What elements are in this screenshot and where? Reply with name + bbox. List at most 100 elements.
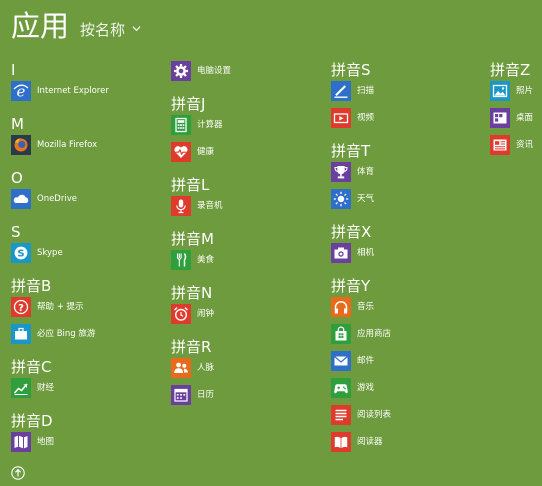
app-label: 必应 Bing 旅游 <box>37 329 96 339</box>
camera-icon <box>331 243 351 263</box>
app-label: 桌面 <box>516 113 534 123</box>
app-label: 音乐 <box>357 302 375 312</box>
group-heading: S <box>11 223 21 241</box>
app-tile[interactable]: 健康 <box>171 142 321 162</box>
app-tile[interactable]: 应用商店 <box>331 324 481 344</box>
photos-icon <box>490 81 510 101</box>
app-label: 计算器 <box>197 120 223 130</box>
map-icon <box>11 432 31 452</box>
app-label: 照片 <box>516 86 534 96</box>
desktop-icon <box>490 108 510 128</box>
app-tile[interactable]: 财经 <box>11 378 161 398</box>
scroll-up-icon[interactable] <box>11 466 25 480</box>
app-label: 阅读列表 <box>357 410 392 420</box>
help-icon: ? <box>11 297 31 317</box>
app-tile[interactable]: 游戏 <box>331 378 481 398</box>
group-heading: 拼音B <box>11 277 52 295</box>
heart-pulse-icon <box>171 142 191 162</box>
app-tile[interactable]: S Skype <box>11 243 161 263</box>
app-label: 资讯 <box>516 140 534 150</box>
app-label: 日历 <box>197 390 215 400</box>
app-tile[interactable]: 计算器 <box>171 115 321 135</box>
app-tile[interactable]: 音乐 <box>331 297 481 317</box>
group-heading: 拼音Y <box>331 277 371 295</box>
page-title: 应用 <box>11 9 70 43</box>
app-tile[interactable]: 相机 <box>331 243 481 263</box>
app-tile[interactable]: 体育 <box>331 162 481 182</box>
app-tile[interactable]: 视频 <box>331 108 481 128</box>
app-label: OneDrive <box>37 194 77 204</box>
headphones-icon <box>331 297 351 317</box>
sort-label: 按名称 <box>80 21 126 39</box>
app-label: Mozilla Firefox <box>37 140 98 150</box>
gear-icon <box>171 61 191 81</box>
app-label: 财经 <box>37 383 55 393</box>
calculator-icon <box>171 115 191 135</box>
news-icon <box>490 135 510 155</box>
svg-text:?: ? <box>18 303 24 314</box>
app-tile[interactable]: 地图 <box>11 432 161 452</box>
reading-list-icon <box>331 405 351 425</box>
calendar-icon <box>171 385 191 405</box>
app-tile[interactable]: 阅读列表 <box>331 405 481 425</box>
app-tile[interactable]: 必应 Bing 旅游 <box>11 324 161 344</box>
app-tile[interactable]: 阅读器 <box>331 432 481 452</box>
app-tile[interactable]: 桌面 <box>490 108 542 128</box>
app-label: 天气 <box>357 194 375 204</box>
app-tile[interactable]: e Internet Explorer <box>11 81 161 101</box>
app-label: 闹钟 <box>197 309 215 319</box>
sort-dropdown[interactable]: 按名称 <box>80 20 141 40</box>
svg-text:S: S <box>17 249 24 260</box>
suitcase-icon <box>11 324 31 344</box>
app-tile[interactable]: 天气 <box>331 189 481 209</box>
app-label: 地图 <box>37 437 55 447</box>
group-heading: 拼音S <box>331 61 371 79</box>
microphone-icon <box>171 196 191 216</box>
app-tile[interactable]: 日历 <box>171 385 321 405</box>
app-tile[interactable]: 扫描 <box>331 81 481 101</box>
chevron-down-icon <box>132 26 141 32</box>
store-bag-icon <box>331 324 351 344</box>
app-label: 健康 <box>197 147 215 157</box>
app-label: 扫描 <box>357 86 375 96</box>
finance-chart-icon <box>11 378 31 398</box>
app-label: 邮件 <box>357 356 375 366</box>
app-tile[interactable]: Mozilla Firefox <box>11 135 161 155</box>
app-tile[interactable]: 照片 <box>490 81 542 101</box>
app-tile[interactable]: OneDrive <box>11 189 161 209</box>
app-label: 美食 <box>197 255 215 265</box>
app-label: 阅读器 <box>357 437 383 447</box>
skype-icon: S <box>11 243 31 263</box>
fork-knife-icon <box>171 250 191 270</box>
app-tile[interactable]: 美食 <box>171 250 321 270</box>
group-heading: 拼音Z <box>490 61 531 79</box>
app-tile[interactable]: 人脉 <box>171 358 321 378</box>
group-heading: O <box>11 169 23 187</box>
onedrive-icon <box>11 189 31 209</box>
app-tile[interactable]: 录音机 <box>171 196 321 216</box>
app-tile[interactable]: 电脑设置 <box>171 61 321 81</box>
app-label: 视频 <box>357 113 375 123</box>
app-tile[interactable]: 邮件 <box>331 351 481 371</box>
gamepad-icon <box>331 378 351 398</box>
group-heading: 拼音T <box>331 142 371 160</box>
app-label: 游戏 <box>357 383 375 393</box>
app-label: 体育 <box>357 167 375 177</box>
sun-icon <box>331 189 351 209</box>
video-icon <box>331 108 351 128</box>
group-heading: 拼音X <box>331 223 372 241</box>
app-label: 录音机 <box>197 201 223 211</box>
app-tile[interactable]: 资讯 <box>490 135 542 155</box>
app-label: Skype <box>37 248 63 258</box>
group-heading: 拼音J <box>171 95 206 113</box>
mail-icon <box>331 351 351 371</box>
app-label: Internet Explorer <box>37 86 109 96</box>
app-label: 应用商店 <box>357 329 392 339</box>
scanner-icon <box>331 81 351 101</box>
people-icon <box>171 358 191 378</box>
group-heading: 拼音D <box>11 412 53 430</box>
app-tile[interactable]: ? 帮助 + 提示 <box>11 297 161 317</box>
group-heading: 拼音R <box>171 338 212 356</box>
app-label: 帮助 + 提示 <box>37 302 84 312</box>
app-tile[interactable]: 闹钟 <box>171 304 321 324</box>
